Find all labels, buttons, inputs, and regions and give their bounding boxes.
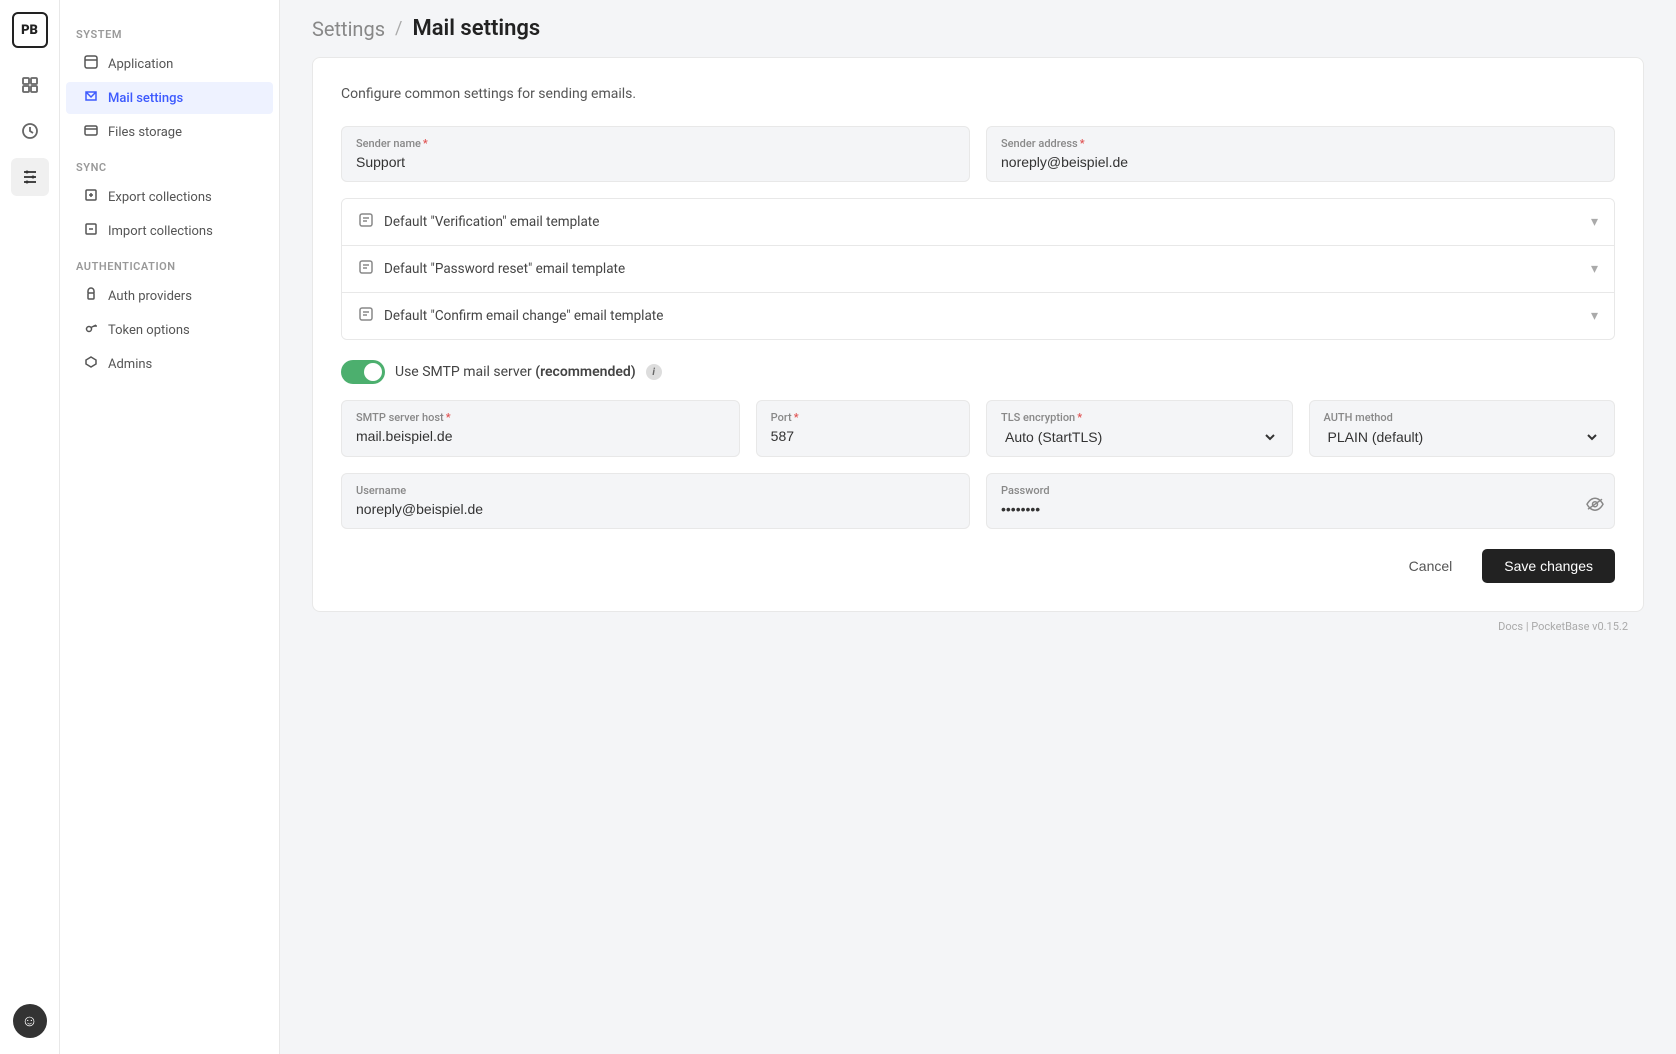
smtp-username-field: Username: [341, 473, 970, 529]
app-footer: Docs | PocketBase v0.15.2: [312, 612, 1644, 641]
smtp-host-input[interactable]: [356, 428, 725, 444]
chevron-down-icon-confirm-change: ▾: [1591, 308, 1598, 324]
application-icon: [82, 55, 100, 73]
sender-row: Sender name* Sender address*: [341, 126, 1615, 182]
page-header: Settings / Mail settings: [280, 0, 1676, 57]
sidebar-item-admins-label: Admins: [108, 357, 152, 372]
sender-name-label: Sender name*: [356, 137, 955, 150]
cancel-button[interactable]: Cancel: [1391, 549, 1471, 583]
smtp-info-icon[interactable]: i: [646, 364, 662, 380]
token-options-icon: [82, 321, 100, 339]
smtp-port-input[interactable]: [771, 428, 955, 444]
sidebar-item-import-label: Import collections: [108, 224, 213, 239]
password-toggle-visibility-button[interactable]: [1586, 497, 1604, 516]
smtp-username-input[interactable]: [356, 501, 955, 517]
sidebar-item-import-collections[interactable]: Import collections: [66, 215, 273, 247]
smtp-tls-select[interactable]: Auto (StartTLS) TLS None: [1001, 428, 1278, 446]
smtp-auth-field: AUTH method PLAIN (default) LOGIN CRAM-M…: [1309, 400, 1616, 457]
sidebar-item-files-storage[interactable]: Files storage: [66, 116, 273, 148]
template-icon-confirm-change: [358, 306, 374, 326]
export-icon: [82, 188, 100, 206]
breadcrumb-separator: /: [395, 18, 402, 39]
main-content: Settings / Mail settings Configure commo…: [280, 0, 1676, 1054]
page-title: Mail settings: [412, 16, 540, 41]
template-icon-password-reset: [358, 259, 374, 279]
email-templates-accordion: Default "Verification" email template ▾ …: [341, 198, 1615, 340]
accordion-header-confirm-change[interactable]: Default "Confirm email change" email tem…: [342, 293, 1614, 339]
accordion-item-confirm-change: Default "Confirm email change" email tem…: [342, 293, 1614, 339]
sidebar-item-auth-providers[interactable]: Auth providers: [66, 280, 273, 312]
nav-logs[interactable]: [11, 112, 49, 150]
app-logo[interactable]: PB: [12, 12, 48, 48]
accordion-item-password-reset: Default "Password reset" email template …: [342, 246, 1614, 293]
accordion-label-confirm-change: Default "Confirm email change" email tem…: [384, 308, 1581, 324]
smtp-tls-field: TLS encryption* Auto (StartTLS) TLS None: [986, 400, 1293, 457]
accordion-label-verification: Default "Verification" email template: [384, 214, 1581, 230]
smtp-auth-label: AUTH method: [1324, 411, 1601, 424]
sender-address-label: Sender address*: [1001, 137, 1600, 150]
smtp-password-field: Password: [986, 473, 1615, 529]
sidebar: System Application Mail settings Files s…: [60, 0, 280, 1054]
files-storage-icon: [82, 123, 100, 141]
content-area: Configure common settings for sending em…: [280, 57, 1676, 1054]
sidebar-item-admins[interactable]: Admins: [66, 348, 273, 380]
smtp-row-1: SMTP server host* Port* TLS encryption*: [341, 400, 1615, 457]
smtp-port-label: Port*: [771, 411, 955, 424]
card-description: Configure common settings for sending em…: [341, 86, 1615, 102]
admins-icon: [82, 355, 100, 373]
sidebar-item-export-label: Export collections: [108, 190, 212, 205]
sidebar-item-application[interactable]: Application: [66, 48, 273, 80]
action-row: Cancel Save changes: [341, 549, 1615, 583]
sidebar-item-export-collections[interactable]: Export collections: [66, 181, 273, 213]
smtp-username-label: Username: [356, 484, 955, 497]
nav-collections[interactable]: [11, 66, 49, 104]
sidebar-item-application-label: Application: [108, 57, 173, 72]
accordion-label-password-reset: Default "Password reset" email template: [384, 261, 1581, 277]
breadcrumb-parent[interactable]: Settings: [312, 17, 385, 41]
smtp-row-2: Username Password: [341, 473, 1615, 529]
sidebar-item-auth-providers-label: Auth providers: [108, 289, 192, 304]
mail-settings-icon: [82, 89, 100, 107]
sidebar-item-mail-settings-label: Mail settings: [108, 91, 183, 106]
smtp-port-field: Port*: [756, 400, 970, 457]
toggle-knob: [364, 363, 382, 381]
sidebar-item-token-options[interactable]: Token options: [66, 314, 273, 346]
sidebar-section-sync: Sync: [60, 149, 279, 180]
chevron-down-icon-verification: ▾: [1591, 214, 1598, 230]
user-avatar[interactable]: ☺: [13, 1004, 47, 1038]
accordion-header-password-reset[interactable]: Default "Password reset" email template …: [342, 246, 1614, 292]
smtp-toggle-label: Use SMTP mail server (recommended): [395, 364, 636, 380]
sender-address-field: Sender address*: [986, 126, 1615, 182]
footer-version: PocketBase v0.15.2: [1531, 620, 1628, 633]
import-icon: [82, 222, 100, 240]
sidebar-item-token-options-label: Token options: [108, 323, 190, 338]
footer-docs-link[interactable]: Docs: [1498, 620, 1523, 633]
sender-name-input[interactable]: [356, 154, 955, 170]
sender-address-input[interactable]: [1001, 154, 1600, 170]
accordion-item-verification: Default "Verification" email template ▾: [342, 199, 1614, 246]
icon-bar: PB ☺: [0, 0, 60, 1054]
auth-providers-icon: [82, 287, 100, 305]
sidebar-section-system: System: [60, 16, 279, 47]
smtp-password-input[interactable]: [1001, 501, 1572, 517]
smtp-toggle-row: Use SMTP mail server (recommended) i: [341, 360, 1615, 384]
nav-settings[interactable]: [11, 158, 49, 196]
sidebar-section-authentication: Authentication: [60, 248, 279, 279]
smtp-tls-label: TLS encryption*: [1001, 411, 1278, 424]
accordion-header-verification[interactable]: Default "Verification" email template ▾: [342, 199, 1614, 245]
smtp-host-label: SMTP server host*: [356, 411, 725, 424]
sender-name-field: Sender name*: [341, 126, 970, 182]
template-icon-verification: [358, 212, 374, 232]
sidebar-item-mail-settings[interactable]: Mail settings: [66, 82, 273, 114]
settings-card: Configure common settings for sending em…: [312, 57, 1644, 612]
chevron-down-icon-password-reset: ▾: [1591, 261, 1598, 277]
smtp-password-label: Password: [1001, 484, 1600, 497]
smtp-toggle[interactable]: [341, 360, 385, 384]
sidebar-item-files-storage-label: Files storage: [108, 125, 182, 140]
smtp-host-field: SMTP server host*: [341, 400, 740, 457]
smtp-auth-select[interactable]: PLAIN (default) LOGIN CRAM-MD5: [1324, 428, 1601, 446]
save-changes-button[interactable]: Save changes: [1482, 549, 1615, 583]
